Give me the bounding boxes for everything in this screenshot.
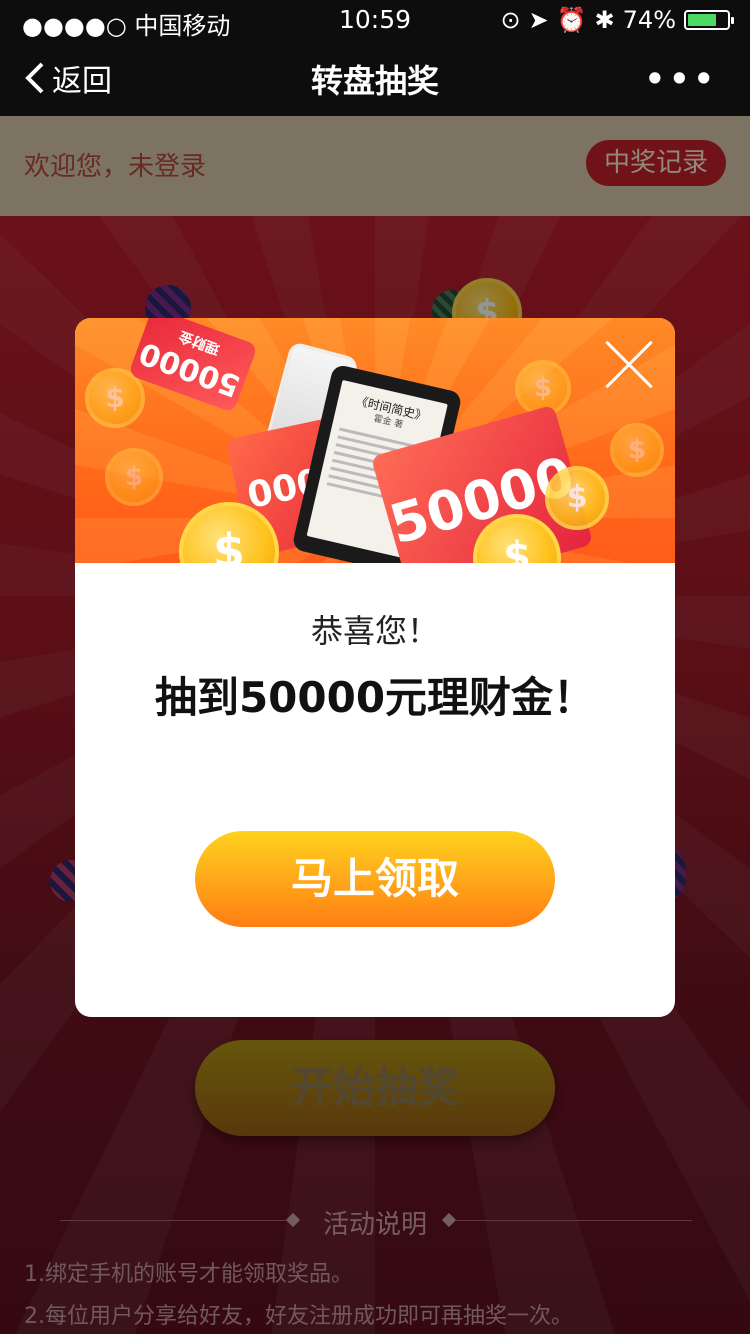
- battery-percent: 74%: [622, 6, 676, 34]
- voucher-card-top: 50000 理财金: [128, 318, 258, 413]
- page-title: 转盘抽奖: [310, 62, 439, 100]
- coin-icon: $: [545, 466, 609, 530]
- congrats-text: 恭喜您！: [310, 612, 439, 650]
- status-right: ⊙ ➤ ⏰ ✱ 74%: [500, 6, 734, 34]
- lock-icon: ⊙: [500, 6, 521, 34]
- prize-text: 抽到50000元理财金！: [154, 673, 596, 722]
- prize-modal: $ $ $ $ 50000 理财金 0000 《时间简史》 霍金 著 50000…: [75, 318, 675, 1017]
- more-icon[interactable]: •••: [645, 60, 718, 98]
- claim-prize-button[interactable]: 马上领取: [195, 831, 555, 927]
- coin-icon: $: [610, 423, 664, 477]
- location-icon: ➤: [528, 6, 549, 34]
- status-bar: ●●●●○ 中国移动 10:59 ⊙ ➤ ⏰ ✱ 74%: [0, 0, 750, 40]
- coin-icon: $: [105, 448, 163, 506]
- battery-icon: [684, 10, 734, 30]
- prize-banner: $ $ $ $ 50000 理财金 0000 《时间简史》 霍金 著 50000…: [75, 318, 675, 563]
- alarm-icon: ⏰: [556, 6, 587, 34]
- close-icon[interactable]: [601, 336, 657, 392]
- battery-fill: [688, 14, 716, 26]
- bluetooth-icon: ✱: [594, 6, 615, 34]
- nav-bar: 返回 转盘抽奖 •••: [0, 38, 750, 116]
